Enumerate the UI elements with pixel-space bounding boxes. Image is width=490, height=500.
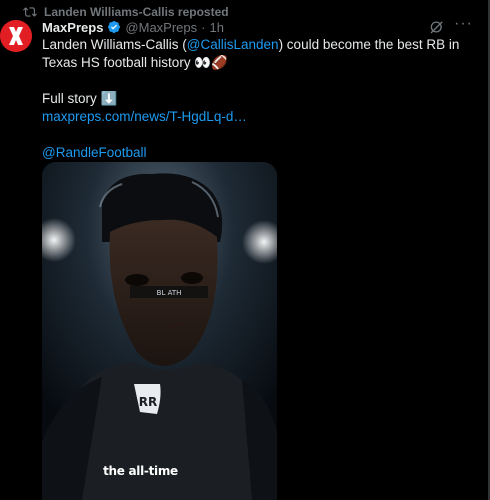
eyeblack-text: BL ATH [157,289,182,297]
post-time[interactable]: 1h [209,20,223,35]
separator-dot: · [201,19,206,35]
post-text-line-1: Landen Williams-Callis (@CallisLanden) c… [42,36,462,54]
post-container[interactable]: Landen Williams-Callis reposted MaxPreps… [0,0,490,500]
caption-text: the all-time [103,464,178,478]
grok-icon[interactable] [428,18,446,36]
text-segment: ) could become the best RB in [278,37,460,52]
player-photo: BL ATH RR [42,162,277,500]
post-header: MaxPreps @MaxPreps · 1h [42,18,224,36]
story-link[interactable]: maxpreps.com/news/T-HgdLq-d… [42,108,462,126]
repost-label: Landen Williams-Callis reposted [44,5,229,19]
video-media[interactable]: BL ATH RR the all-time [42,162,277,500]
video-caption: the all-time [42,464,277,478]
avatar[interactable] [0,20,32,52]
post-text: Landen Williams-Callis (@CallisLanden) c… [42,36,462,162]
more-options-icon[interactable]: ··· [454,16,474,35]
full-story-text: Full story ⬇️ [42,91,118,106]
verified-badge-icon [108,21,121,33]
maxpreps-logo-icon [0,20,32,52]
author-name[interactable]: MaxPreps [42,20,103,35]
post-text-line-2: Texas HS football history 👀🏈 [42,55,228,70]
mention-link[interactable]: @CallisLanden [187,37,279,52]
tag-mention-link[interactable]: @RandleFootball [42,144,462,162]
text-segment: Landen Williams-Callis ( [42,37,187,52]
helmet-logo-text: RR [139,395,157,409]
repost-icon [23,7,37,17]
author-handle[interactable]: @MaxPreps [125,20,197,35]
